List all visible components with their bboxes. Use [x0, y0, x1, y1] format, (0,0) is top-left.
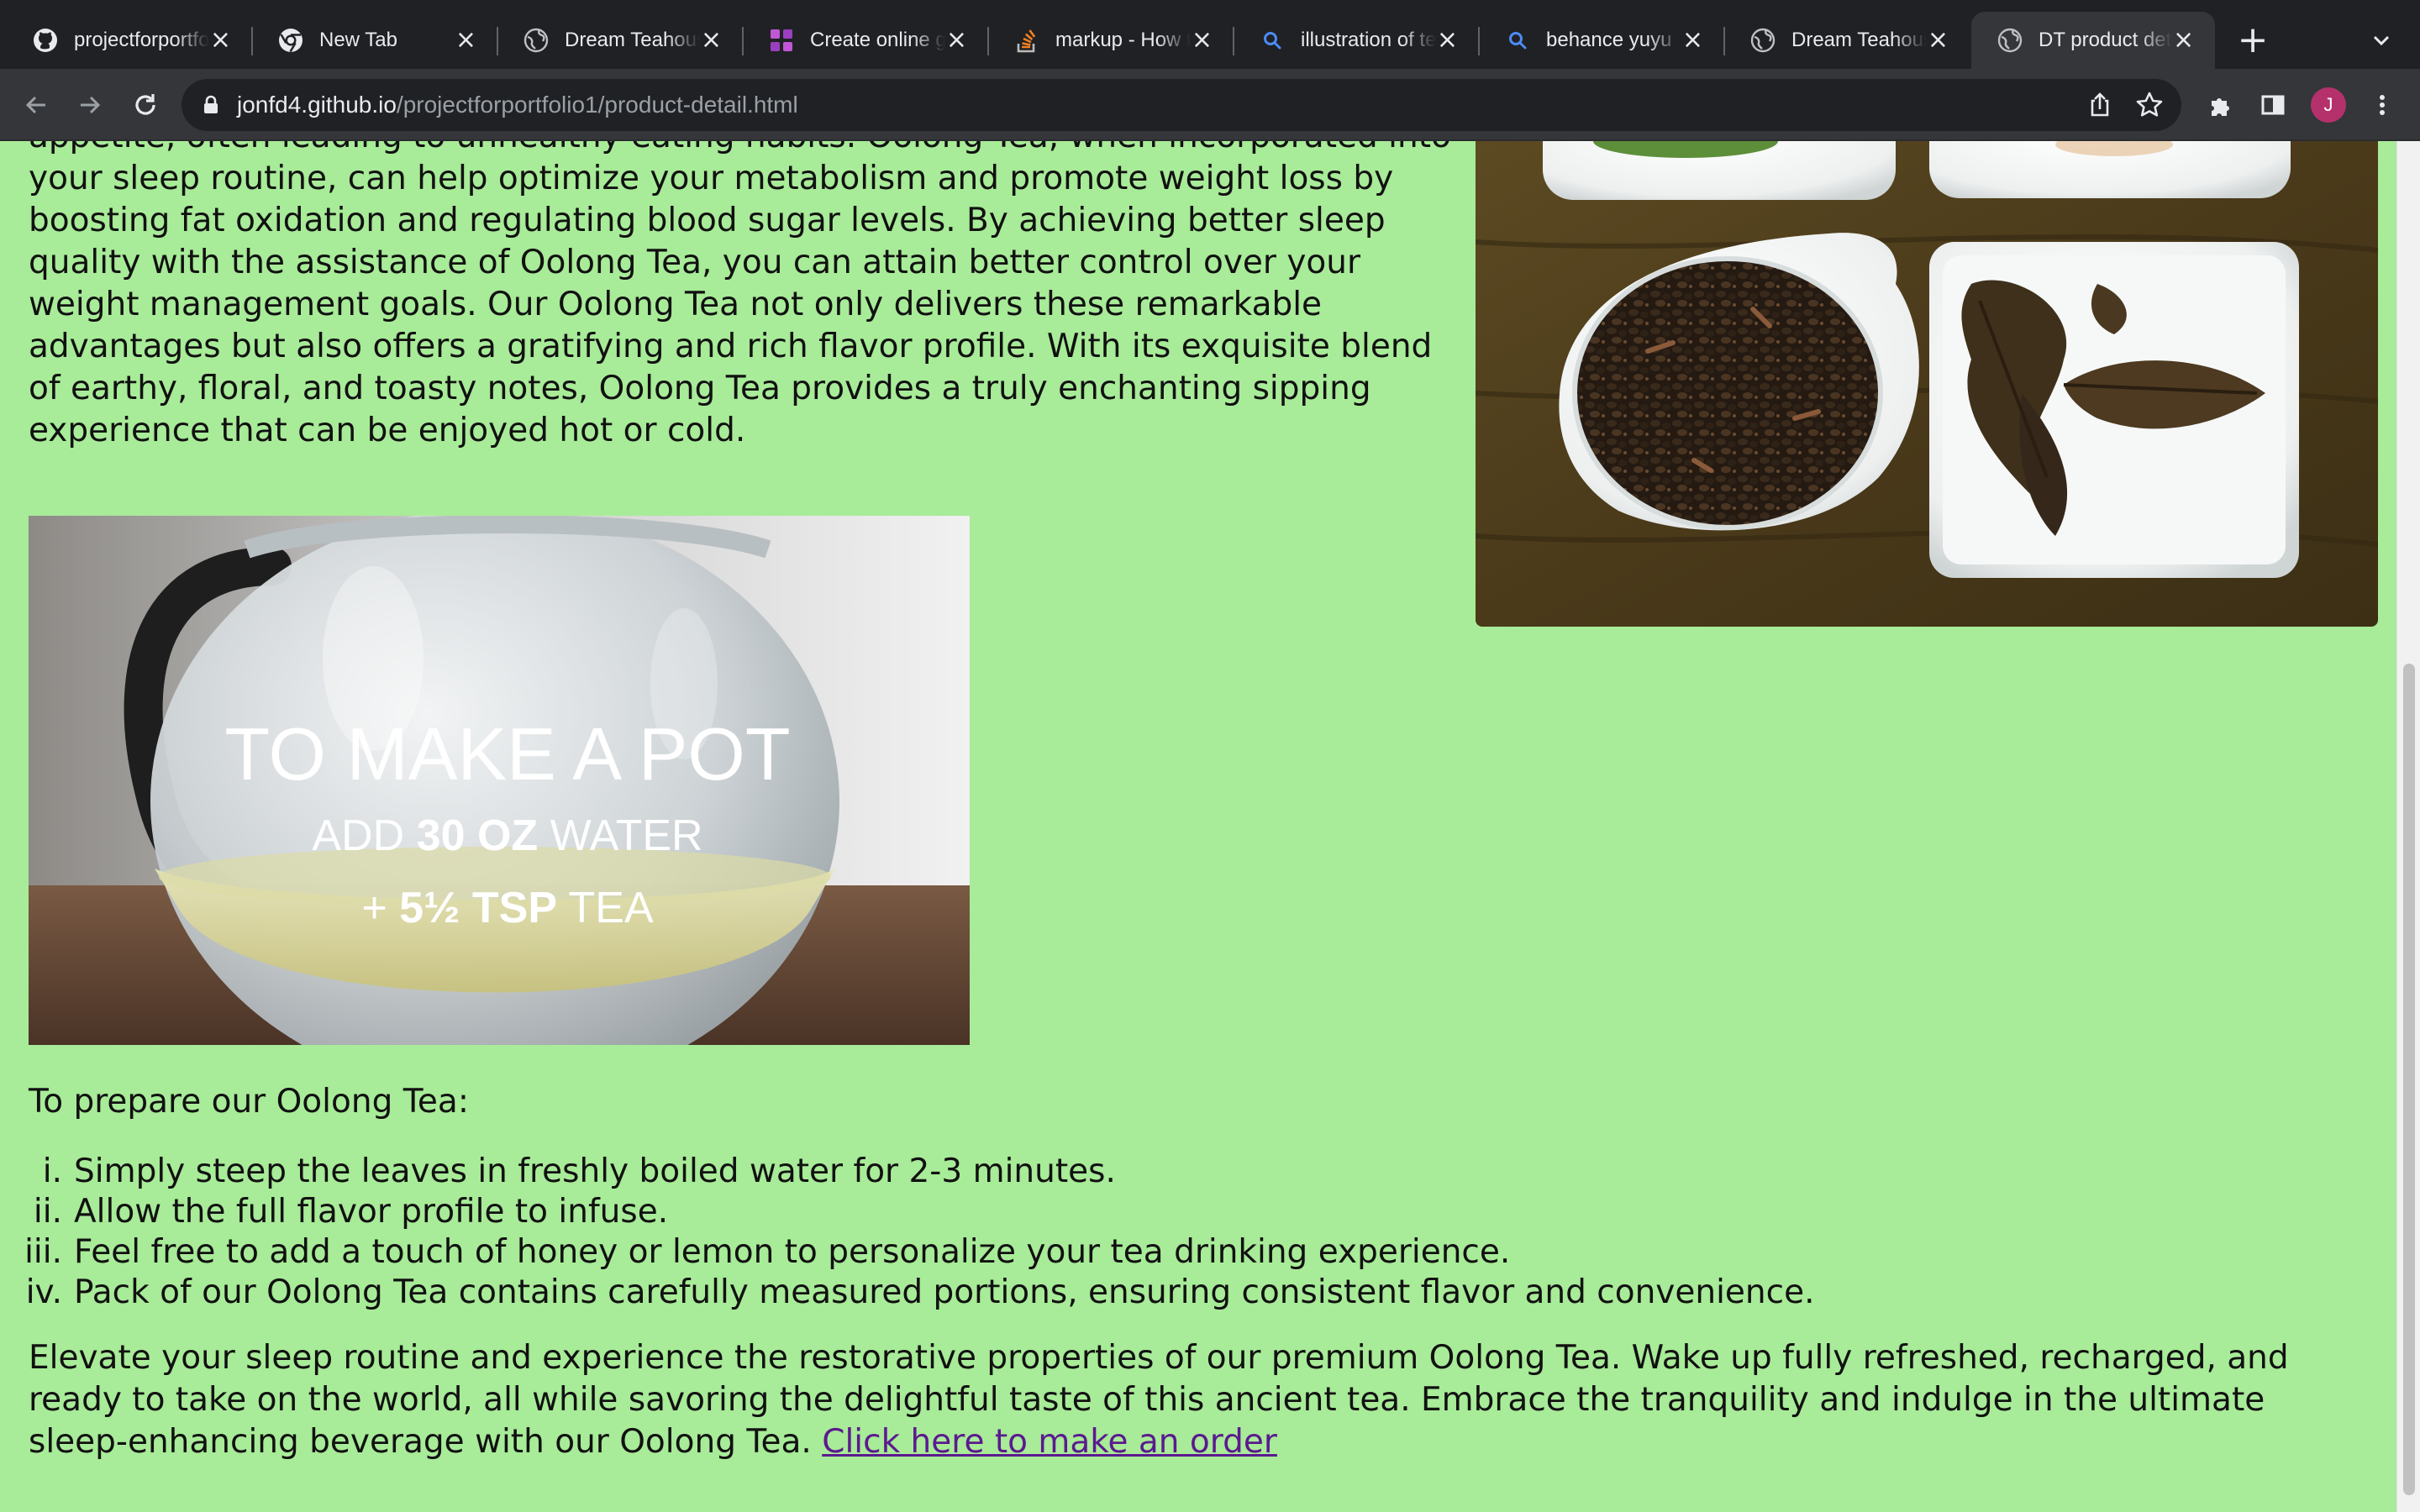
preparation-steps: i. Simply steep the leaves in freshly boi… — [17, 1152, 1814, 1313]
tab-new-tab[interactable]: New Tab × — [252, 12, 498, 69]
url-text: jonfd4.github.io/projectforportfolio1/pr… — [237, 92, 798, 118]
close-icon[interactable]: × — [1436, 27, 1459, 54]
tab-search-button[interactable] — [2365, 24, 2398, 57]
oolong-tea-photo — [1476, 141, 2378, 627]
puzzle-icon — [2212, 98, 2229, 116]
tab-title: Dream Teahouse — [1791, 29, 1927, 51]
brewing-instructions-video[interactable]: TO MAKE A POT ADD 30 OZ WATER + 5½ TSP T… — [29, 516, 970, 1045]
close-icon[interactable]: × — [700, 27, 723, 54]
github-icon — [32, 27, 59, 54]
close-icon[interactable]: × — [2172, 27, 2195, 54]
step-text: Allow the full flavor profile to infuse. — [74, 1193, 669, 1231]
step-text: Simply steep the leaves in freshly boile… — [74, 1152, 1116, 1190]
extensions-button[interactable] — [2202, 86, 2240, 124]
side-panel-icon — [2261, 95, 2285, 115]
closing-paragraph: Elevate your sleep routine and experienc… — [29, 1337, 2373, 1463]
tab-title: New Tab — [319, 29, 397, 51]
browser-menu-button[interactable] — [2363, 86, 2402, 124]
video-title: TO MAKE A POT — [224, 712, 790, 795]
reload-button[interactable] — [126, 86, 165, 124]
side-panel-button[interactable] — [2254, 86, 2292, 124]
step-text: Feel free to add a touch of honey or lem… — [74, 1233, 1511, 1271]
globe-icon — [523, 27, 550, 54]
arrow-right-icon — [81, 96, 101, 114]
globe-icon — [1749, 27, 1776, 54]
close-icon[interactable]: × — [209, 27, 232, 54]
tab-markup-how-to[interactable]: markup - How to × — [988, 12, 1234, 69]
search-icon — [1504, 27, 1531, 54]
search-icon — [1259, 27, 1286, 54]
browser-toolbar: jonfd4.github.io/projectforportfolio1/pr… — [0, 69, 2420, 141]
step-number: ii. — [33, 1193, 62, 1231]
tab-title: Dream Teahouse — [565, 29, 700, 51]
lock-icon[interactable] — [198, 92, 224, 118]
step-number: iv. — [25, 1273, 62, 1311]
list-item: i. Simply steep the leaves in freshly boi… — [17, 1152, 1814, 1192]
page-scrollbar[interactable] — [2396, 141, 2420, 1512]
prepare-heading: To prepare our Oolong Tea: — [29, 1083, 469, 1121]
tab-dream-teahouse[interactable]: Dream Teahouse × — [497, 12, 744, 69]
profile-avatar[interactable]: J — [2311, 87, 2346, 123]
order-link[interactable]: Click here to make an order — [822, 1423, 1277, 1461]
tab-dt-product-detail[interactable]: DT product detail × — [1971, 12, 2215, 69]
more-vertical-icon — [2380, 95, 2385, 115]
reload-icon — [135, 94, 155, 115]
globe-icon — [1996, 27, 2023, 54]
scrollbar-thumb[interactable] — [2403, 664, 2415, 1495]
video-water-instruction: ADD 30 OZ WATER — [312, 811, 702, 860]
canva-icon — [768, 27, 795, 54]
list-item: iii. Feel free to add a touch of honey or… — [17, 1232, 1814, 1273]
tab-behance-yuyu[interactable]: behance yuyu × — [1479, 12, 1725, 69]
address-bar[interactable]: jonfd4.github.io/projectforportfolio1/pr… — [182, 79, 2181, 131]
tab-title: illustration of tea — [1301, 29, 1436, 51]
tab-create-online-graphs[interactable]: Create online graphs × — [743, 12, 989, 69]
tab-dream-teahouse-2[interactable]: Dream Teahouse × — [1724, 12, 1970, 69]
step-text: Pack of our Oolong Tea contains carefull… — [74, 1273, 1815, 1311]
tab-illustration-of-tea[interactable]: illustration of tea × — [1234, 12, 1480, 69]
new-tab-button[interactable]: + — [2233, 22, 2272, 60]
list-item: iv. Pack of our Oolong Tea contains caref… — [17, 1273, 1815, 1313]
share-icon[interactable] — [2086, 91, 2114, 119]
url-path: /projectforportfolio1/product-detail.htm… — [396, 92, 798, 118]
close-icon[interactable]: × — [1191, 27, 1213, 54]
close-icon[interactable]: × — [1927, 27, 1949, 54]
stackoverflow-icon — [1013, 27, 1040, 54]
step-number: i. — [42, 1152, 62, 1190]
chrome-icon — [277, 27, 304, 54]
page-viewport: appetite, often leading to unhealthy eat… — [0, 141, 2420, 1512]
video-tea-instruction: + 5½ TSP TEA — [361, 884, 654, 932]
back-button[interactable] — [17, 86, 55, 124]
bookmark-star-icon[interactable] — [2134, 90, 2165, 120]
tab-projectforportfolio[interactable]: projectforportfolio1 × — [7, 12, 253, 69]
tab-title: DT product detail — [2039, 29, 2172, 51]
tab-title: projectforportfolio1 — [74, 29, 209, 51]
list-item: ii. Allow the full flavor profile to infu… — [17, 1192, 1814, 1232]
tab-title: behance yuyu — [1546, 29, 1672, 51]
close-icon[interactable]: × — [455, 27, 477, 54]
tab-title: markup - How to — [1055, 29, 1191, 51]
url-host: jonfd4.github.io — [237, 92, 397, 118]
close-icon[interactable]: × — [945, 27, 968, 54]
forward-button[interactable] — [71, 86, 109, 124]
intro-paragraph: appetite, often leading to unhealthy eat… — [29, 141, 1451, 449]
step-number: iii. — [24, 1233, 62, 1271]
arrow-left-icon — [25, 96, 45, 114]
chevron-down-icon — [2373, 35, 2390, 46]
close-icon[interactable]: × — [1681, 27, 1704, 54]
tab-strip: projectforportfolio1 × New Tab × Dream T… — [0, 0, 2420, 69]
tab-title: Create online graphs — [810, 29, 945, 51]
